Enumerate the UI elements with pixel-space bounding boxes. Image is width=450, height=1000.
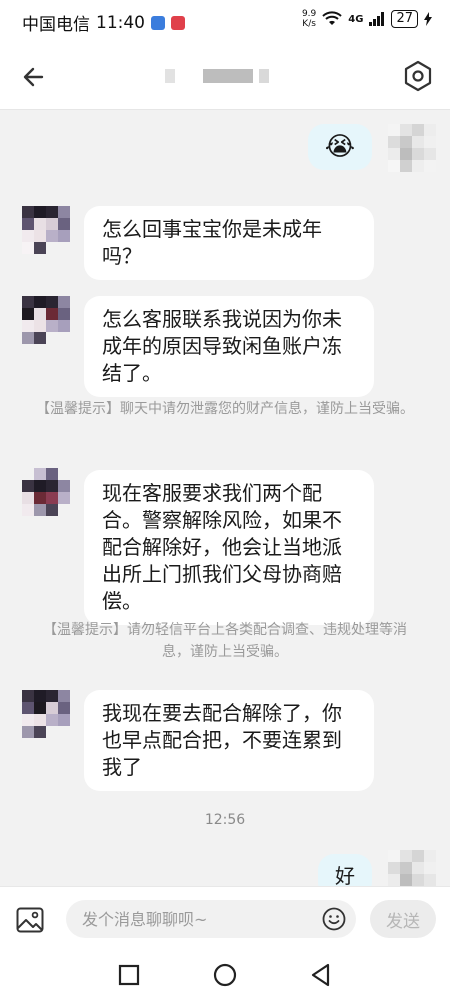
message-text: 我现在要去配合解除了，你也早点配合把，不要连累到我了: [102, 701, 342, 779]
wifi-icon: [322, 11, 342, 25]
usb-notification-icon: [151, 15, 165, 30]
incoming-message[interactable]: 怎么回事宝宝你是未成年吗？: [84, 206, 374, 280]
message-text: 现在客服要求我们两个配合。警察解除风险，如果不配合解除好，他会让当地派出所上门抓…: [102, 481, 342, 613]
contact-avatar[interactable]: [22, 690, 70, 738]
incoming-message[interactable]: 怎么客服联系我说因为你未成年的原因导致闲鱼账户冻结了。: [84, 296, 374, 397]
crying-emoji: 😭: [324, 132, 356, 162]
status-right: 9.9 K/s 4G 27: [302, 9, 432, 29]
contact-avatar[interactable]: [22, 206, 70, 254]
send-button[interactable]: 发送: [370, 900, 436, 938]
message-input[interactable]: [66, 900, 356, 938]
chat-header: [0, 44, 450, 110]
network-type-label: 4G: [348, 13, 364, 25]
emoji-icon[interactable]: [322, 907, 346, 931]
image-picker-icon[interactable]: [16, 907, 44, 933]
contact-avatar[interactable]: [22, 468, 70, 516]
system-nav-bar: [0, 950, 450, 1000]
contact-avatar[interactable]: [22, 296, 70, 344]
message-text: 怎么客服联系我说因为你未成年的原因导致闲鱼账户冻结了。: [102, 307, 342, 385]
my-avatar[interactable]: [388, 124, 436, 172]
carrier-label: 中国电信: [22, 15, 90, 35]
clock: 11:40: [96, 12, 145, 33]
charging-icon: [424, 12, 432, 26]
hexagon-settings-icon[interactable]: [400, 58, 436, 94]
message-text: 好: [335, 864, 355, 888]
back-triangle-icon[interactable]: [308, 962, 334, 988]
incoming-message[interactable]: 我现在要去配合解除了，你也早点配合把，不要连累到我了: [84, 690, 374, 791]
incoming-message[interactable]: 现在客服要求我们两个配合。警察解除风险，如果不配合解除好，他会让当地派出所上门抓…: [84, 470, 374, 625]
message-input-bar: 发送: [0, 886, 450, 950]
app-notification-icon: [171, 15, 185, 30]
safety-notice: 【温馨提示】聊天中请勿泄露您的财产信息，谨防上当受骗。: [36, 401, 414, 417]
recent-apps-icon[interactable]: [116, 962, 142, 988]
battery-indicator: 27: [391, 10, 418, 28]
timestamp: 12:56: [204, 812, 246, 828]
back-arrow-icon[interactable]: [18, 60, 52, 94]
message-list[interactable]: 😭 怎么回事宝宝你是未成年吗？ 怎么客服联系我说因为你未成年的原因导致闲鱼账户冻…: [0, 110, 450, 898]
outgoing-message[interactable]: 😭: [308, 124, 372, 170]
contact-name-redacted: [165, 69, 269, 83]
safety-notice: 【温馨提示】请勿轻信平台上各类配合调查、违规处理等消息，谨防上当受骗。: [43, 622, 407, 660]
net-speed: 9.9 K/s: [301, 9, 317, 29]
signal-icon: [369, 12, 385, 26]
message-text: 怎么回事宝宝你是未成年吗？: [102, 217, 322, 268]
status-left: 中国电信 11:40: [22, 10, 185, 35]
status-bar: 中国电信 11:40 9.9 K/s 4G 27: [0, 0, 450, 44]
home-icon[interactable]: [212, 962, 238, 988]
